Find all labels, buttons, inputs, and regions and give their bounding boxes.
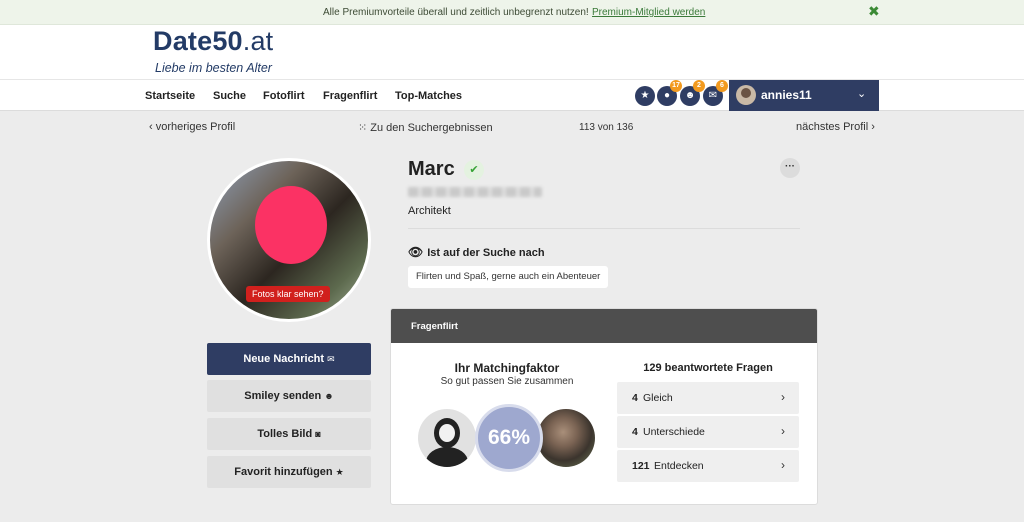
add-favorite-button[interactable]: Favorit hinzufügen ★ bbox=[207, 456, 371, 488]
smiley-icon: ☻ bbox=[324, 391, 334, 401]
my-avatar bbox=[418, 409, 476, 467]
send-smiley-label: Smiley senden bbox=[244, 390, 322, 402]
profile-position: 113 von 136 bbox=[579, 122, 634, 133]
stat-differences-label: Unterschiede bbox=[643, 426, 705, 438]
visitors-icon[interactable]: ● 17 bbox=[657, 80, 682, 106]
logo-tld: .at bbox=[242, 26, 274, 56]
fragenflirt-title: Fragenflirt bbox=[411, 321, 458, 332]
nav-fragenflirt[interactable]: Fragenflirt bbox=[323, 90, 377, 102]
chevron-right-icon: › bbox=[781, 424, 785, 438]
reveal-photos-button[interactable]: Fotos klar sehen? bbox=[246, 286, 330, 302]
looking-for-label: Ist auf der Suche nach bbox=[427, 247, 545, 259]
grid-icon: ⁙ bbox=[358, 122, 368, 134]
chevron-right-icon: › bbox=[781, 390, 785, 404]
fragenflirt-card: Fragenflirt Ihr Matchingfaktor So gut pa… bbox=[390, 308, 818, 505]
star-glyph: ★ bbox=[640, 90, 650, 101]
search-results-link[interactable]: ⁙ Zu den Suchergebnissen bbox=[358, 121, 493, 134]
stat-differences-count: 4 bbox=[632, 426, 638, 438]
star-icon: ★ bbox=[335, 467, 344, 477]
premium-link[interactable]: Premium-Mitglied werden bbox=[592, 7, 705, 18]
next-profile-link[interactable]: nächstes Profil › bbox=[796, 121, 875, 133]
close-icon[interactable]: ✖ bbox=[868, 3, 880, 19]
fragenflirt-header: Fragenflirt bbox=[391, 309, 817, 343]
chevron-down-icon: ⌄ bbox=[857, 88, 867, 100]
avatar bbox=[736, 85, 756, 105]
smiley-icon[interactable]: ☻ 2 bbox=[680, 80, 705, 106]
nav-startseite[interactable]: Startseite bbox=[145, 90, 195, 102]
match-avatar bbox=[537, 409, 595, 467]
eye-icon: 👁 bbox=[408, 245, 424, 259]
header: Date50.at Liebe im besten Alter bbox=[0, 25, 1024, 79]
user-menu[interactable]: annies11 ⌄ bbox=[729, 80, 879, 111]
smiley-glyph: ☻ bbox=[684, 90, 696, 101]
great-photo-label: Tolles Bild bbox=[257, 428, 313, 440]
stat-row-same[interactable]: 4 Gleich › bbox=[617, 382, 799, 414]
envelope-icon: ✉ bbox=[327, 354, 335, 364]
favorites-star-icon[interactable]: ★ bbox=[635, 86, 655, 106]
great-photo-button[interactable]: Tolles Bild ◙ bbox=[207, 418, 371, 450]
smiley-badge: 2 bbox=[693, 80, 705, 92]
matching-factor-subtitle: So gut passen Sie zusammen bbox=[440, 376, 574, 387]
stat-row-differences[interactable]: 4 Unterschiede › bbox=[617, 416, 799, 448]
chevron-right-icon: › bbox=[781, 458, 785, 472]
blurred-location bbox=[408, 187, 542, 197]
nav-suche[interactable]: Suche bbox=[213, 90, 246, 102]
promo-text: Alle Premiumvorteile überall und zeitlic… bbox=[323, 7, 589, 18]
premium-promo-bar: Alle Premiumvorteile überall und zeitlic… bbox=[0, 0, 1024, 25]
stat-discover-count: 121 bbox=[632, 460, 650, 472]
username: annies11 bbox=[761, 88, 812, 102]
search-results-label: Zu den Suchergebnissen bbox=[370, 122, 493, 134]
visitors-badge: 17 bbox=[670, 80, 682, 92]
mail-glyph: ✉ bbox=[708, 90, 718, 101]
verified-shield-icon: ✔ bbox=[464, 160, 484, 180]
stat-same-label: Gleich bbox=[643, 392, 673, 404]
send-smiley-button[interactable]: Smiley senden ☻ bbox=[207, 380, 371, 412]
mail-badge: 6 bbox=[716, 80, 728, 92]
answered-questions: 129 beantwortete Fragen bbox=[643, 362, 773, 374]
new-message-button[interactable]: Neue Nachricht ✉ bbox=[207, 343, 371, 375]
new-message-label: Neue Nachricht bbox=[243, 353, 325, 365]
face-blur-overlay bbox=[255, 186, 327, 264]
mail-icon[interactable]: ✉ 6 bbox=[703, 80, 728, 106]
nav-fotoflirt[interactable]: Fotoflirt bbox=[263, 90, 305, 102]
looking-for-tag: Flirten und Spaß, gerne auch ein Abenteu… bbox=[408, 266, 609, 288]
nav-top-matches[interactable]: Top-Matches bbox=[395, 90, 462, 102]
stat-same-count: 4 bbox=[632, 392, 638, 404]
matching-percent: 66% bbox=[475, 404, 543, 472]
more-options-icon[interactable]: ··· bbox=[780, 158, 800, 178]
avatar-body bbox=[426, 447, 468, 467]
previous-profile-link[interactable]: ‹ vorheriges Profil bbox=[149, 121, 235, 133]
camera-icon: ◙ bbox=[315, 429, 321, 439]
matching-factor-title: Ihr Matchingfaktor bbox=[454, 361, 560, 375]
logo-name: Date50 bbox=[153, 26, 243, 56]
tagline: Liebe im besten Alter bbox=[155, 61, 272, 75]
visitors-glyph: ● bbox=[663, 90, 671, 101]
site-logo[interactable]: Date50.at bbox=[153, 26, 273, 57]
looking-for-heading: 👁 Ist auf der Suche nach bbox=[408, 245, 545, 259]
profile-job: Architekt bbox=[408, 205, 451, 217]
stat-discover-label: Entdecken bbox=[654, 460, 704, 472]
stat-row-discover[interactable]: 121 Entdecken › bbox=[617, 450, 799, 482]
avatar-face bbox=[439, 424, 455, 442]
main-nav: Startseite Suche Fotoflirt Fragenflirt T… bbox=[0, 79, 1024, 111]
profile-name: Marc bbox=[408, 158, 455, 180]
divider bbox=[408, 228, 800, 229]
add-favorite-label: Favorit hinzufügen bbox=[234, 466, 333, 478]
